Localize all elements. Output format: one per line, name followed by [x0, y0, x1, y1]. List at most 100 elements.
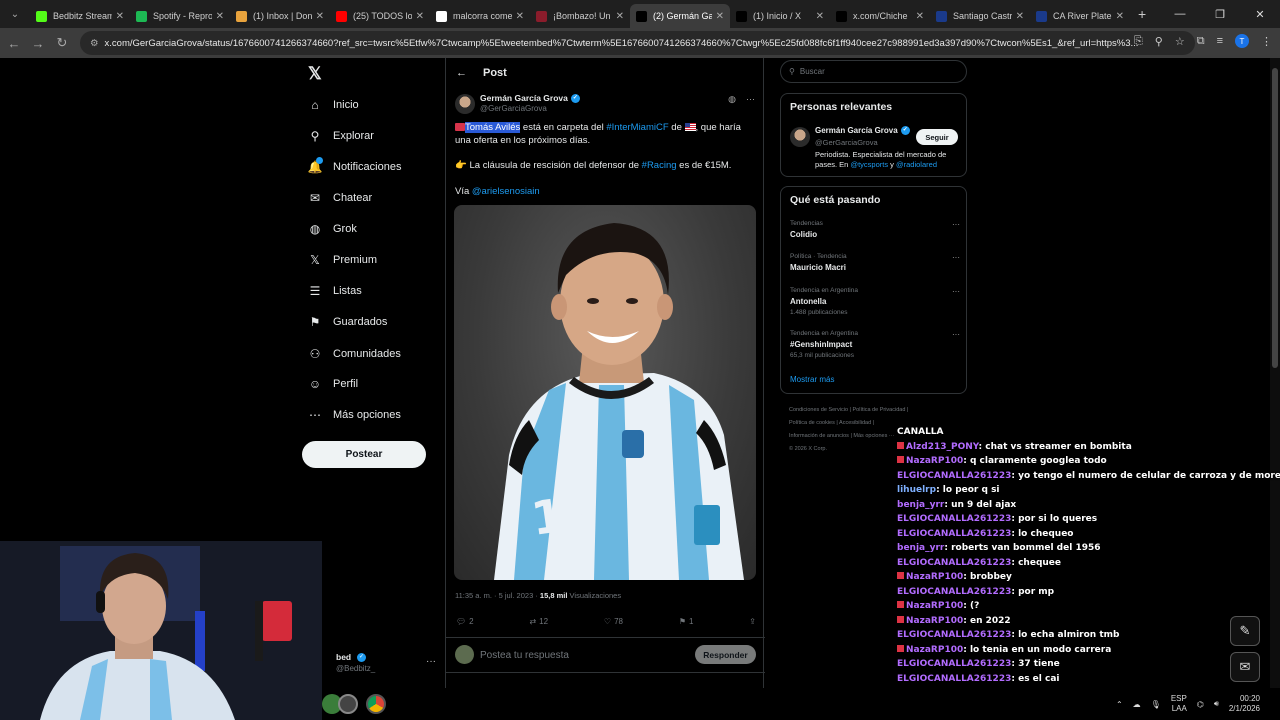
reply-action[interactable]: 💬︎ 2 [456, 617, 474, 626]
reload-icon[interactable]: ↻ [50, 35, 74, 51]
maximize-icon[interactable]: ❐ [1200, 8, 1240, 21]
author-name[interactable]: Germán García Grova [480, 93, 568, 103]
extensions-icon[interactable]: ⧉ [1197, 35, 1205, 48]
profile-avatar[interactable]: T [1235, 34, 1249, 48]
nav-item-guardados[interactable]: ⚑ Guardados [308, 315, 388, 329]
more-icon[interactable]: ··· [952, 220, 960, 229]
chrome-icon[interactable] [366, 694, 386, 714]
close-tab-icon[interactable]: ✕ [1116, 11, 1124, 22]
mention-link[interactable]: @tycsports [850, 160, 888, 169]
post-button[interactable]: Postear [302, 441, 426, 468]
browser-tab[interactable]: Spotify - Reproduciendo ✕ [130, 4, 230, 28]
forward-icon[interactable]: → [26, 36, 50, 51]
browser-tab[interactable]: x.com/Chiche ✕ [830, 4, 930, 28]
close-tab-icon[interactable]: ✕ [116, 11, 124, 22]
address-bar[interactable]: ⚙ x.com/GerGarciaGrova/status/1676600741… [80, 31, 1195, 55]
nav-item-perfil[interactable]: ☺ Perfil [308, 377, 358, 391]
close-tab-icon[interactable]: ✕ [816, 11, 824, 22]
star-icon[interactable]: ☆ [1175, 35, 1185, 48]
cloud-icon[interactable]: ☁ [1133, 700, 1141, 709]
footer-line[interactable]: Condiciones de Servicio | Política de Pr… [789, 404, 969, 417]
nav-item-premium[interactable]: 𝕏 Premium [308, 253, 377, 267]
nav-item-comunidades[interactable]: ⚇ Comunidades [308, 347, 401, 361]
browser-tab[interactable]: (25) TODOS los ✕ [330, 4, 430, 28]
relevant-name-row[interactable]: Germán García Grova ✓ [815, 126, 910, 136]
show-more-link[interactable]: Mostrar más [790, 375, 834, 384]
clock[interactable]: 00:20 2/1/2026 [1229, 694, 1260, 714]
like-action[interactable]: ♡ 78 [604, 617, 623, 626]
zoom-icon[interactable]: ⚲ [1155, 35, 1163, 48]
nav-item-inicio[interactable]: ⌂ Inicio [308, 98, 358, 112]
close-tab-icon[interactable]: ✕ [916, 11, 924, 22]
relevant-avatar[interactable] [790, 127, 810, 147]
x-logo-icon[interactable]: 𝕏 [308, 64, 322, 84]
nav-item-más-opciones[interactable]: ⋯ Más opciones [308, 408, 401, 422]
chevron-up-icon[interactable]: ⌃ [1116, 700, 1123, 709]
back-arrow-icon[interactable]: ← [456, 67, 467, 79]
nav-item-notificaciones[interactable]: 🔔 Notificaciones [308, 157, 401, 174]
site-info-icon[interactable]: ⚙ [90, 38, 99, 49]
browser-tab[interactable]: ¡Bombazo! Un ✕ [530, 4, 630, 28]
follow-button[interactable]: Seguir [916, 129, 958, 145]
reply-input[interactable]: Postea tu respuesta [480, 650, 569, 661]
media-icon[interactable]: ≡ [1217, 35, 1223, 47]
nav-item-grok[interactable]: ◍ Grok [308, 222, 357, 236]
repost-action[interactable]: ⇄ 12 [529, 617, 548, 626]
network-icon[interactable]: ⌬ [1197, 700, 1204, 709]
cast-icon[interactable]: ⎘ [1134, 35, 1143, 48]
relevant-name[interactable]: Germán García Grova [815, 126, 898, 135]
menu-icon[interactable]: ⋮ [1261, 35, 1272, 48]
browser-tab[interactable]: (1) Inicio / X ✕ [730, 4, 830, 28]
messages-icon[interactable]: ✉ [1230, 652, 1260, 682]
author-handle[interactable]: @GerGarciaGrova [480, 104, 547, 113]
bookmark-action[interactable]: ⚑ 1 [679, 617, 694, 626]
mention-link[interactable]: @arielsenosiain [472, 186, 540, 197]
minimize-icon[interactable]: — [1160, 8, 1200, 20]
close-tab-icon[interactable]: ✕ [416, 11, 424, 22]
grok-icon[interactable]: ◍ [728, 94, 736, 105]
more-options-icon[interactable]: ··· [746, 94, 755, 105]
close-tab-icon[interactable]: ✕ [316, 11, 324, 22]
browser-tab[interactable]: (2) Germán Ga ✕ [630, 4, 730, 28]
trend-item[interactable]: Tendencia en Argentina Antonella 1.488 pub… [790, 287, 960, 316]
tab-search-icon[interactable]: ⌄ [4, 4, 26, 24]
relevant-handle[interactable]: @GerGarciaGrova [815, 138, 878, 147]
share-icon[interactable]: ⇪ [749, 617, 756, 626]
more-icon[interactable]: ··· [952, 330, 960, 339]
account-switcher[interactable]: bed ✓ @Bedbitz_ ··· [320, 650, 440, 680]
post-image[interactable]: 13 [454, 205, 756, 580]
nav-item-chatear[interactable]: ✉ Chatear [308, 191, 372, 205]
more-icon[interactable]: ··· [952, 253, 960, 262]
nav-item-listas[interactable]: ☰ Listas [308, 284, 362, 298]
nav-item-explorar[interactable]: ⚲ Explorar [308, 129, 374, 143]
hashtag-link[interactable]: #Racing [642, 160, 677, 171]
trend-item[interactable]: Tendencia en Argentina #GenshinImpact 65,3… [790, 330, 960, 359]
scrollbar-thumb[interactable] [1272, 68, 1278, 368]
reply-button[interactable]: Responder [695, 645, 756, 664]
hashtag-link[interactable]: #InterMiamiCF [606, 122, 668, 133]
close-tab-icon[interactable]: ✕ [716, 11, 724, 22]
author-name-row[interactable]: Germán García Grova ✓ [480, 93, 580, 104]
new-tab-icon[interactable]: + [1138, 6, 1146, 22]
browser-tab[interactable]: CA River Plate ✕ [1030, 4, 1130, 28]
obs-icon[interactable] [338, 694, 358, 714]
edit-icon[interactable]: ✎ [1230, 616, 1260, 646]
more-icon[interactable]: ··· [952, 287, 960, 296]
close-tab-icon[interactable]: ✕ [616, 11, 624, 22]
volume-icon[interactable]: 🔊︎ [1214, 699, 1219, 709]
trend-item[interactable]: Tendencias Colidio ··· [790, 220, 960, 239]
close-tab-icon[interactable]: ✕ [216, 11, 224, 22]
microphone-icon[interactable]: 🎙︎ [1151, 700, 1161, 709]
search-input[interactable]: ⚲ Buscar [780, 60, 967, 83]
back-icon[interactable]: ← [2, 36, 26, 51]
close-tab-icon[interactable]: ✕ [1016, 11, 1024, 22]
browser-tab[interactable]: (1) Inbox | Dona ✕ [230, 4, 330, 28]
close-window-icon[interactable]: ✕ [1240, 8, 1280, 21]
browser-tab[interactable]: Bedbitz Stream ✕ [30, 4, 130, 28]
trend-item[interactable]: Política · Tendencia Mauricio Macri ··· [790, 253, 960, 272]
browser-tab[interactable]: Santiago Castr ✕ [930, 4, 1030, 28]
timestamp-text[interactable]: 11:35 a. m. · 5 jul. 2023 · [455, 591, 538, 600]
language-indicator[interactable]: ESP LAA [1171, 694, 1187, 714]
browser-tab[interactable]: malcorra come ✕ [430, 4, 530, 28]
close-tab-icon[interactable]: ✕ [516, 11, 524, 22]
